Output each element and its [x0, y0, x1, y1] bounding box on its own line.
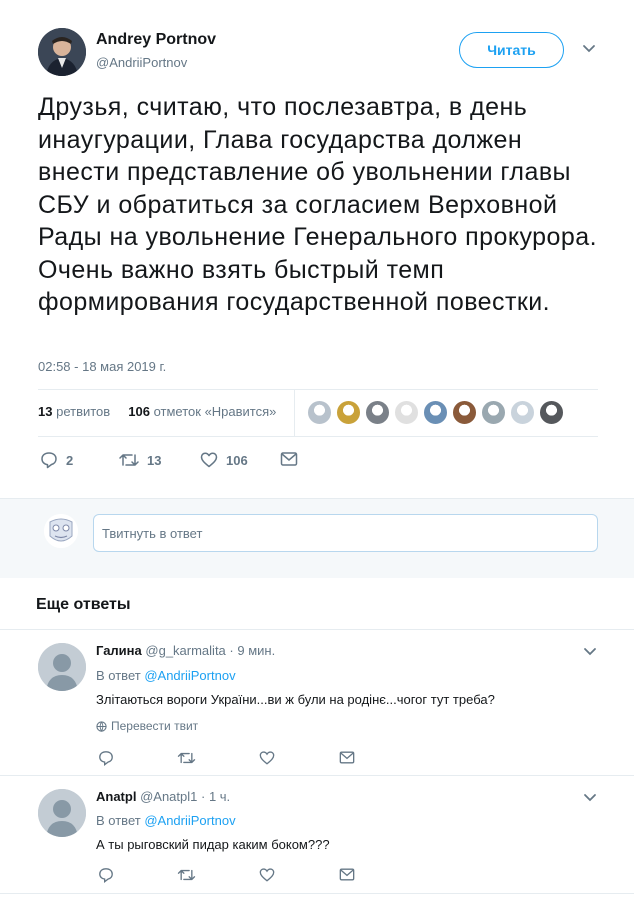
- in-reply-handle-link[interactable]: @AndriiPortnov: [144, 668, 235, 683]
- reply-icon: [99, 868, 113, 883]
- reply-time[interactable]: · 9 мин.: [229, 643, 275, 658]
- divider: [38, 436, 598, 437]
- message-action[interactable]: [280, 451, 298, 467]
- retweet-button[interactable]: [177, 750, 196, 766]
- author-name[interactable]: Andrey Portnov: [96, 31, 216, 49]
- tweet-stats: 13 ретвитов 106 отметок «Нравится»: [38, 404, 276, 419]
- reply-avatar[interactable]: [38, 643, 86, 691]
- message-button[interactable]: [339, 750, 355, 765]
- reply-text: Злітаються вороги України...ви ж були на…: [96, 692, 495, 707]
- reply-count: 2: [66, 452, 74, 468]
- retweet-action[interactable]: 13: [119, 451, 161, 469]
- heart-icon: [200, 451, 218, 469]
- like-action[interactable]: 106: [200, 451, 248, 469]
- reply-header: Галина @g_karmalita · 9 мин.: [96, 643, 275, 658]
- likes-count[interactable]: 106: [128, 404, 150, 419]
- liker-avatar[interactable]: [510, 400, 535, 425]
- reply-author-name[interactable]: Галина: [96, 643, 142, 658]
- in-reply-to: В ответ @AndriiPortnov: [96, 668, 236, 683]
- reply-action[interactable]: 2: [40, 451, 73, 469]
- retweet-icon: [177, 869, 196, 881]
- chevron-down-icon[interactable]: [583, 793, 597, 803]
- author-handle[interactable]: @AndriiPortnov: [96, 55, 187, 70]
- chevron-down-icon[interactable]: [583, 647, 597, 657]
- message-button[interactable]: [339, 867, 355, 882]
- reply-button[interactable]: [98, 867, 114, 883]
- divider: [38, 389, 598, 390]
- current-user-avatar[interactable]: [44, 514, 78, 548]
- reply-avatar[interactable]: [38, 789, 86, 837]
- reply-author-handle[interactable]: @Anatpl1: [140, 789, 197, 804]
- like-count: 106: [226, 452, 248, 468]
- envelope-icon: [339, 868, 355, 881]
- tweet-text: Друзья, считаю, что послезавтра, в день …: [38, 93, 597, 316]
- liker-avatar[interactable]: [481, 400, 506, 425]
- reply-icon: [99, 751, 113, 766]
- retweet-count: 13: [147, 452, 162, 468]
- retweet-icon: [177, 752, 196, 764]
- reply-icon: [40, 451, 58, 469]
- retweets-label[interactable]: ретвитов: [56, 404, 110, 419]
- translate-link[interactable]: Перевести твит: [96, 719, 198, 733]
- liker-avatar[interactable]: [423, 400, 448, 425]
- translate-label[interactable]: Перевести твит: [111, 719, 198, 733]
- liker-avatar[interactable]: [452, 400, 477, 425]
- follow-button[interactable]: Читать: [459, 32, 564, 68]
- more-replies-heading: Еще ответы: [36, 596, 131, 613]
- liker-avatar[interactable]: [365, 400, 390, 425]
- in-reply-to: В ответ @AndriiPortnov: [96, 813, 236, 828]
- like-button[interactable]: [259, 750, 275, 766]
- stats-separator: [294, 390, 295, 436]
- like-button[interactable]: [259, 867, 275, 883]
- reply-header: Anatpl @Anatpl1 · 1 ч.: [96, 789, 230, 804]
- in-reply-handle-link[interactable]: @AndriiPortnov: [144, 813, 235, 828]
- likers-avatars[interactable]: [307, 400, 564, 425]
- heart-icon: [259, 751, 275, 765]
- liker-avatar[interactable]: [394, 400, 419, 425]
- envelope-icon: [339, 751, 355, 764]
- divider: [0, 629, 634, 630]
- retweets-count[interactable]: 13: [38, 404, 52, 419]
- chevron-down-icon[interactable]: [582, 44, 596, 54]
- globe-icon: [96, 720, 107, 732]
- liker-avatar[interactable]: [539, 400, 564, 425]
- reply-text: А ты рыговский пидар каким боком???: [96, 837, 330, 852]
- reply-time[interactable]: · 1 ч.: [201, 789, 230, 804]
- tweet-timestamp[interactable]: 02:58 - 18 мая 2019 г.: [38, 359, 166, 374]
- heart-icon: [259, 868, 275, 882]
- envelope-icon: [280, 451, 298, 467]
- retweet-button[interactable]: [177, 867, 196, 883]
- reply-author-handle[interactable]: @g_karmalita: [145, 643, 225, 658]
- in-reply-prefix: В ответ: [96, 813, 141, 828]
- likes-label[interactable]: отметок «Нравится»: [154, 404, 277, 419]
- liker-avatar[interactable]: [336, 400, 361, 425]
- reply-input[interactable]: Твитнуть в ответ: [93, 514, 598, 552]
- author-avatar[interactable]: [38, 28, 86, 76]
- divider: [0, 775, 634, 776]
- retweet-icon: [119, 451, 139, 469]
- reply-button[interactable]: [98, 750, 114, 766]
- in-reply-prefix: В ответ: [96, 668, 141, 683]
- reply-author-name[interactable]: Anatpl: [96, 789, 136, 804]
- divider: [0, 893, 634, 894]
- liker-avatar[interactable]: [307, 400, 332, 425]
